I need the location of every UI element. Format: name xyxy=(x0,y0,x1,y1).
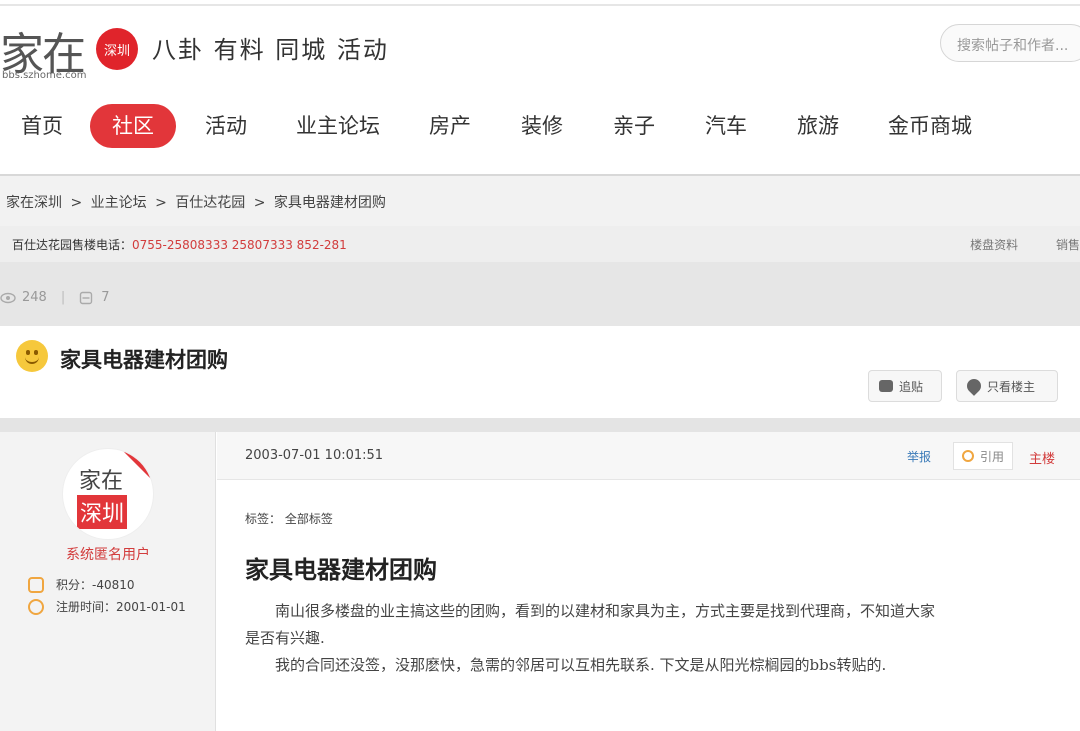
nav-item-owner-forum[interactable]: 业主论坛 xyxy=(290,104,386,148)
sales-phone: 百仕达花园售楼电话：0755-25808333 25807333 852-281 xyxy=(12,236,347,253)
avatar-corner-label: 楼 xyxy=(140,452,151,465)
floor-label: 主楼 xyxy=(1029,452,1056,467)
post-content: 2003-07-01 10:01:51 举报 引用 主楼 标签： 全部标签 家具… xyxy=(217,432,1080,731)
author-registered-text: 注册时间：2001-01-01 xyxy=(56,600,186,614)
thread-title: 家具电器建材团购 xyxy=(60,348,228,372)
link-property-info[interactable]: 楼盘资料 xyxy=(970,238,1018,252)
post-body: 南山很多楼盘的业主搞这些的团购，看到的以建材和家具为主，方式主要是找到代理商，不… xyxy=(245,598,945,679)
breadcrumb-sep: > xyxy=(253,195,266,211)
reply-button[interactable]: 追贴 xyxy=(868,370,942,402)
author-points-text: 积分：-40810 xyxy=(56,578,135,592)
link-sales[interactable]: 销售 xyxy=(1056,238,1080,252)
thread-header: 家具电器建材团购 追贴 只看楼主 xyxy=(0,326,1080,418)
author-panel: 楼 家在 深圳 系统匿名用户 积分：-40810 注册时间：2001-01-01 xyxy=(0,432,216,731)
reply-button-label: 追贴 xyxy=(899,379,924,394)
view-count: 248 xyxy=(22,290,47,305)
nav-item-events[interactable]: 活动 xyxy=(194,104,258,148)
avatar-text-bottom: 深圳 xyxy=(77,495,128,529)
nav-item-home[interactable]: 首页 xyxy=(10,104,74,148)
site-logo[interactable]: 家在 深圳 bbs.szhome.com xyxy=(0,14,150,84)
breadcrumb-current[interactable]: 家具电器建材团购 xyxy=(274,195,386,211)
sales-info-bar: 百仕达花园售楼电话：0755-25808333 25807333 852-281… xyxy=(0,226,1080,262)
author-registered: 注册时间：2001-01-01 xyxy=(28,598,186,615)
breadcrumb-sep: > xyxy=(155,195,167,211)
main-nav: 首页 社区 活动 业主论坛 房产 装修 亲子 汽车 旅游 金币商城 xyxy=(0,100,1080,152)
breadcrumb-home[interactable]: 家在深圳 xyxy=(6,195,62,211)
breadcrumb-community[interactable]: 百仕达花园 xyxy=(175,195,245,211)
nav-item-property[interactable]: 房产 xyxy=(418,104,482,148)
coin-icon xyxy=(28,576,44,593)
post-time: 2003-07-01 10:01:51 xyxy=(245,448,384,463)
owner-only-button[interactable]: 只看楼主 xyxy=(956,370,1058,402)
post-paragraph: 我的合同还没签，没那麽快，急需的邻居可以互相先联系. 下文是从阳光棕榈园的bbs… xyxy=(275,656,887,674)
breadcrumb-sep: > xyxy=(70,195,83,211)
breadcrumb: 家在深圳 > 业主论坛 > 百仕达花园 > 家具电器建材团购 xyxy=(0,174,1080,226)
top-border xyxy=(0,4,1080,6)
breadcrumb-owner-forum[interactable]: 业主论坛 xyxy=(91,195,147,211)
thread-stats-bar: 248 | 7 xyxy=(0,262,1080,326)
author-points: 积分：-40810 xyxy=(28,576,135,593)
sales-phone-label: 百仕达花园售楼电话： xyxy=(12,238,133,252)
nav-item-community[interactable]: 社区 xyxy=(90,104,176,148)
eye-icon xyxy=(0,292,16,303)
owner-only-label: 只看楼主 xyxy=(987,379,1036,394)
post-tags[interactable]: 标签： 全部标签 xyxy=(245,510,333,527)
search-input[interactable]: 搜索帖子和作者... xyxy=(940,24,1080,62)
comment-icon xyxy=(879,380,893,392)
nav-item-travel[interactable]: 旅游 xyxy=(786,104,850,148)
nav-item-auto[interactable]: 汽车 xyxy=(694,104,758,148)
nav-item-parenting[interactable]: 亲子 xyxy=(602,104,666,148)
post-paragraph: 南山很多楼盘的业主搞这些的团购，看到的以建材和家具为主，方式主要是找到代理商，不… xyxy=(245,602,936,647)
clock-icon xyxy=(28,598,44,615)
avatar-text-top: 家在 xyxy=(79,469,124,494)
quote-button-label: 引用 xyxy=(980,449,1005,464)
author-name[interactable]: 系统匿名用户 xyxy=(0,544,216,564)
avatar[interactable]: 楼 家在 深圳 xyxy=(62,448,154,540)
site-slogan: 八卦 有料 同城 活动 xyxy=(152,36,389,64)
smiley-icon xyxy=(16,340,48,372)
stats-divider: | xyxy=(60,290,66,305)
sales-phone-number: 0755-25808333 25807333 852-281 xyxy=(132,238,347,252)
person-icon xyxy=(964,376,984,396)
quote-icon xyxy=(962,450,974,462)
reply-count: 7 xyxy=(101,290,110,305)
reply-icon xyxy=(80,291,93,304)
section-divider xyxy=(0,418,1080,432)
nav-item-decoration[interactable]: 装修 xyxy=(510,104,574,148)
post-header: 2003-07-01 10:01:51 举报 引用 主楼 xyxy=(217,432,1080,480)
logo-badge: 深圳 xyxy=(96,28,138,70)
quote-button[interactable]: 引用 xyxy=(953,442,1014,470)
logo-url: bbs.szhome.com xyxy=(2,70,87,81)
nav-item-coin-mall[interactable]: 金币商城 xyxy=(880,104,980,148)
post-title: 家具电器建材团购 xyxy=(245,556,437,584)
report-link[interactable]: 举报 xyxy=(907,448,931,465)
